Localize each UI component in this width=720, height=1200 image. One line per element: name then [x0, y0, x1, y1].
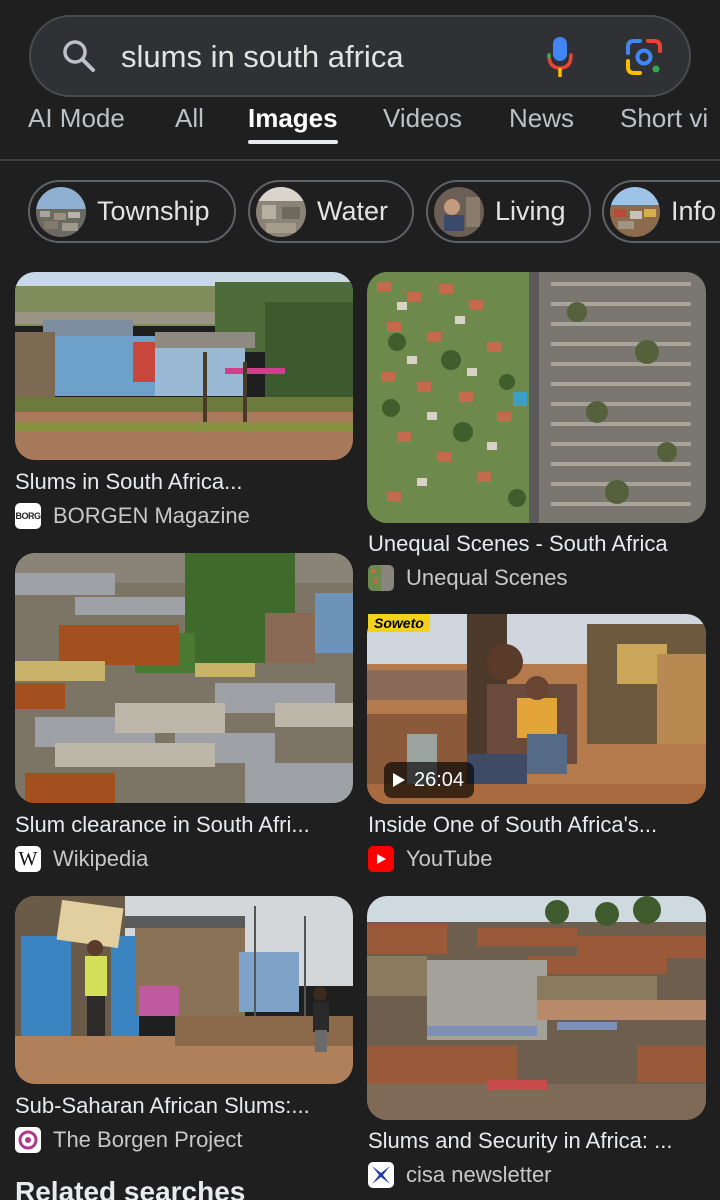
- chip-township[interactable]: Township: [28, 180, 236, 243]
- chip-water[interactable]: Water: [248, 180, 414, 243]
- result-source[interactable]: The Borgen Project: [15, 1125, 243, 1155]
- search-bar[interactable]: slums in south africa: [29, 15, 691, 97]
- chip-thumbnail: [434, 186, 484, 237]
- play-icon: [393, 773, 405, 787]
- tab-all[interactable]: All: [175, 102, 204, 134]
- tab-images[interactable]: Images: [248, 102, 338, 134]
- borgen-project-icon: [15, 1127, 41, 1153]
- result-source[interactable]: YouTube: [368, 844, 492, 874]
- chip-label: Township: [97, 196, 210, 226]
- chip-thumbnail: [256, 186, 306, 237]
- unequal-scenes-icon: [368, 565, 394, 591]
- search-tabs: AI Mode All Images Videos News Short vi: [0, 96, 720, 160]
- result-source[interactable]: Unequal Scenes: [368, 563, 567, 593]
- chip-label: Water: [317, 196, 389, 226]
- result-title[interactable]: Unequal Scenes - South Africa: [368, 530, 668, 558]
- chip-label: Info: [671, 196, 717, 226]
- result-title[interactable]: Slum clearance in South Afri...: [15, 811, 310, 839]
- result-image[interactable]: [15, 553, 353, 803]
- search-icon[interactable]: [61, 38, 97, 74]
- chip-info[interactable]: Info: [602, 180, 720, 243]
- result-title[interactable]: Slums and Security in Africa: ...: [368, 1127, 672, 1155]
- chip-living[interactable]: Living: [426, 180, 591, 243]
- youtube-icon: [368, 846, 394, 872]
- video-overlay-tag: Soweto: [368, 614, 430, 632]
- related-searches-heading: Related searches: [15, 1176, 246, 1200]
- chip-thumbnail: [36, 186, 86, 237]
- tab-ai-mode[interactable]: AI Mode: [28, 102, 125, 134]
- result-title[interactable]: Slums in South Africa...: [15, 468, 242, 496]
- result-image[interactable]: [15, 272, 353, 460]
- borgen-magazine-icon: BORG: [15, 503, 41, 529]
- result-source[interactable]: cisa newsletter: [368, 1160, 552, 1190]
- chip-label: Living: [495, 196, 566, 226]
- microphone-icon[interactable]: [546, 35, 574, 79]
- result-source[interactable]: W Wikipedia: [15, 844, 148, 874]
- google-lens-icon[interactable]: [624, 37, 664, 77]
- tab-news[interactable]: News: [509, 102, 574, 134]
- result-title[interactable]: Sub-Saharan African Slums:...: [15, 1092, 310, 1120]
- result-image[interactable]: [15, 896, 353, 1084]
- chip-thumbnail: [610, 186, 660, 237]
- wikipedia-icon: W: [15, 846, 41, 872]
- filter-chips: Township Water Living Info: [0, 180, 720, 244]
- search-input[interactable]: slums in south africa: [121, 37, 404, 77]
- result-title[interactable]: Inside One of South Africa's...: [368, 811, 657, 839]
- tab-short-videos[interactable]: Short vi: [620, 102, 708, 134]
- cisa-newsletter-icon: [368, 1162, 394, 1188]
- result-image[interactable]: [367, 272, 706, 523]
- tabs-divider: [0, 159, 720, 161]
- result-image[interactable]: [367, 896, 706, 1120]
- result-source[interactable]: BORG BORGEN Magazine: [15, 501, 250, 531]
- video-duration-badge: 26:04: [384, 762, 475, 798]
- active-tab-indicator: [248, 140, 338, 144]
- tab-videos[interactable]: Videos: [383, 102, 462, 134]
